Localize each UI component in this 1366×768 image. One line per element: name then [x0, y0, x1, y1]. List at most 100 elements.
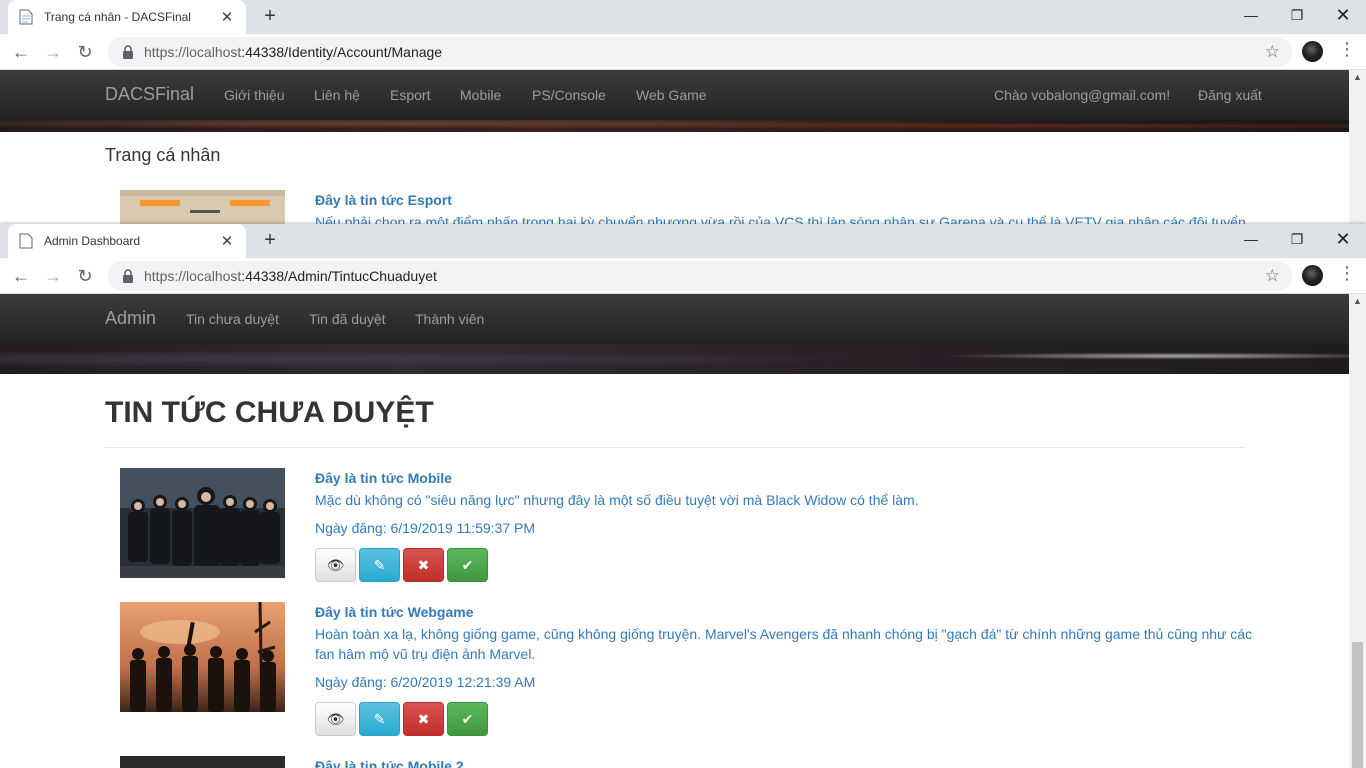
article-title-link[interactable]: Đây là tin tức Webgame — [315, 604, 473, 620]
hero-banner — [0, 120, 1349, 132]
url-host: https://localhost — [144, 44, 242, 60]
tab-title: Trang cá nhân - DACSFinal — [44, 10, 191, 24]
site-brand[interactable]: DACSFinal — [105, 84, 194, 105]
article-title-link[interactable]: Đây là tin tức Mobile 2 — [315, 758, 464, 768]
browser-toolbar: ← → ↻ https://localhost:44338/Admin/Tint… — [0, 258, 1366, 294]
menu-icon[interactable]: ⋮ — [1338, 39, 1356, 60]
browser-window-admin: Admin Dashboard ✕ + — ❐ ✕ ← → ↻ https://… — [0, 224, 1366, 768]
approve-button[interactable]: ✔ — [447, 702, 488, 736]
article-title-link[interactable]: Đây là tin tức Esport — [315, 192, 452, 208]
profile-avatar[interactable] — [1302, 265, 1323, 286]
tab-profile[interactable]: Trang cá nhân - DACSFinal ✕ — [8, 0, 246, 34]
article-actions: 👁 ✎ ✖ ✔ — [315, 548, 488, 582]
window-close-button[interactable]: ✕ — [1320, 2, 1366, 30]
back-button[interactable]: ← — [9, 264, 33, 288]
nav-link-thanh-vien[interactable]: Thành viên — [415, 311, 484, 327]
scrollbar-thumb[interactable] — [1352, 642, 1363, 768]
article-thumbnail[interactable] — [120, 756, 285, 768]
tab-strip: Trang cá nhân - DACSFinal ✕ + — ❐ ✕ — [0, 0, 1366, 34]
menu-icon[interactable]: ⋮ — [1338, 263, 1356, 284]
nav-link-esport[interactable]: Esport — [390, 87, 430, 103]
article-item: Đây là tin tức Mobile Mặc dù không có "s… — [120, 468, 1260, 582]
remove-icon: ✖ — [417, 556, 430, 573]
nav-link-tin-da-duyet[interactable]: Tin đã duyệt — [309, 311, 386, 327]
page-scrollbar[interactable]: ▲ — [1349, 294, 1366, 768]
admin-content: TIN TỨC CHƯA DUYỆT Đây là tin tức Mobile… — [0, 374, 1349, 768]
page-viewport: DACSFinal Giới thiệu Liên hệ Esport Mobi… — [0, 70, 1366, 224]
minimize-button[interactable]: — — [1228, 226, 1274, 254]
edit-button[interactable]: ✎ — [359, 548, 400, 582]
admin-brand[interactable]: Admin — [105, 308, 156, 329]
delete-button[interactable]: ✖ — [403, 702, 444, 736]
page-icon — [18, 9, 34, 25]
minimize-button[interactable]: — — [1228, 2, 1274, 30]
url-path: :44338/Admin/TintucChuaduyet — [241, 268, 437, 284]
new-tab-button[interactable]: + — [258, 6, 282, 28]
forward-button[interactable]: → — [41, 40, 65, 64]
url-text: https://localhost:44338/Admin/TintucChua… — [144, 268, 437, 284]
page-title: Trang cá nhân — [105, 145, 221, 165]
url-path: :44338/Identity/Account/Manage — [241, 44, 443, 60]
back-button[interactable]: ← — [9, 40, 33, 64]
tab-admin-dashboard[interactable]: Admin Dashboard ✕ — [8, 224, 246, 258]
edit-button[interactable]: ✎ — [359, 702, 400, 736]
reload-button[interactable]: ↻ — [73, 264, 97, 288]
address-bar[interactable]: https://localhost:44338/Admin/TintucChua… — [108, 261, 1292, 291]
edit-icon: ✎ — [373, 556, 386, 573]
check-icon: ✔ — [461, 556, 474, 573]
nav-link-lien-he[interactable]: Liên hệ — [314, 87, 360, 103]
lock-icon — [122, 269, 134, 283]
browser-window-profile: Trang cá nhân - DACSFinal ✕ + — ❐ ✕ ← → … — [0, 0, 1366, 224]
tab-title: Admin Dashboard — [44, 234, 141, 248]
view-button[interactable]: 👁 — [315, 548, 356, 582]
scroll-up-icon[interactable]: ▲ — [1353, 72, 1362, 82]
new-tab-button[interactable]: + — [258, 230, 282, 252]
user-greeting-link[interactable]: Chào vobalong@gmail.com! — [994, 87, 1170, 103]
page-scrollbar[interactable]: ▲ — [1349, 70, 1366, 224]
profile-avatar[interactable] — [1302, 41, 1323, 62]
article-description: Nếu phải chọn ra một điểm nhấn trong hai… — [315, 214, 1246, 224]
nav-link-tin-chua-duyet[interactable]: Tin chưa duyệt — [186, 311, 279, 327]
remove-icon: ✖ — [417, 710, 430, 727]
admin-navbar: Admin Tin chưa duyệt Tin đã duyệt Thành … — [0, 294, 1349, 344]
nav-link-ps-console[interactable]: PS/Console — [532, 87, 606, 103]
check-icon: ✔ — [461, 710, 474, 727]
url-text: https://localhost:44338/Identity/Account… — [144, 44, 442, 60]
article-description: Mặc dù không có "siêu năng lực" nhưng đâ… — [315, 492, 919, 508]
article-thumbnail[interactable] — [120, 468, 285, 578]
article-date: Ngày đăng: 6/19/2019 11:59:37 PM — [315, 520, 536, 536]
hero-banner — [0, 344, 1349, 374]
article-thumbnail[interactable] — [120, 190, 285, 224]
bookmark-star-icon[interactable]: ☆ — [1265, 266, 1280, 286]
browser-toolbar: ← → ↻ https://localhost:44338/Identity/A… — [0, 34, 1366, 70]
close-icon[interactable]: ✕ — [218, 232, 236, 250]
eye-icon: 👁 — [326, 556, 345, 573]
profile-content: Trang cá nhân Đây là tin tức Esport Nếu … — [0, 132, 1349, 224]
article-description: Hoàn toàn xa lạ, không giống game, cũng … — [315, 626, 1253, 662]
maximize-button[interactable]: ❐ — [1274, 2, 1320, 30]
approve-button[interactable]: ✔ — [447, 548, 488, 582]
nav-link-mobile[interactable]: Mobile — [460, 87, 501, 103]
title-divider — [105, 447, 1245, 448]
eye-icon: 👁 — [326, 710, 345, 727]
nav-link-web-game[interactable]: Web Game — [636, 87, 707, 103]
article-thumbnail[interactable] — [120, 602, 285, 712]
article-title-link[interactable]: Đây là tin tức Mobile — [315, 470, 452, 486]
page-viewport: Admin Tin chưa duyệt Tin đã duyệt Thành … — [0, 294, 1366, 768]
reload-button[interactable]: ↻ — [73, 40, 97, 64]
logout-link[interactable]: Đăng xuất — [1198, 87, 1262, 103]
close-icon[interactable]: ✕ — [218, 8, 236, 26]
window-close-button[interactable]: ✕ — [1320, 226, 1366, 254]
site-navbar: DACSFinal Giới thiệu Liên hệ Esport Mobi… — [0, 70, 1349, 120]
scroll-up-icon[interactable]: ▲ — [1353, 296, 1362, 306]
delete-button[interactable]: ✖ — [403, 548, 444, 582]
address-bar[interactable]: https://localhost:44338/Identity/Account… — [108, 37, 1292, 67]
maximize-button[interactable]: ❐ — [1274, 226, 1320, 254]
forward-button[interactable]: → — [41, 264, 65, 288]
article-date: Ngày đăng: 6/20/2019 12:21:39 AM — [315, 674, 536, 690]
view-button[interactable]: 👁 — [315, 702, 356, 736]
page-icon — [18, 233, 34, 249]
bookmark-star-icon[interactable]: ☆ — [1265, 42, 1280, 62]
url-host: https://localhost — [144, 268, 242, 284]
nav-link-gioi-thieu[interactable]: Giới thiệu — [224, 87, 285, 103]
